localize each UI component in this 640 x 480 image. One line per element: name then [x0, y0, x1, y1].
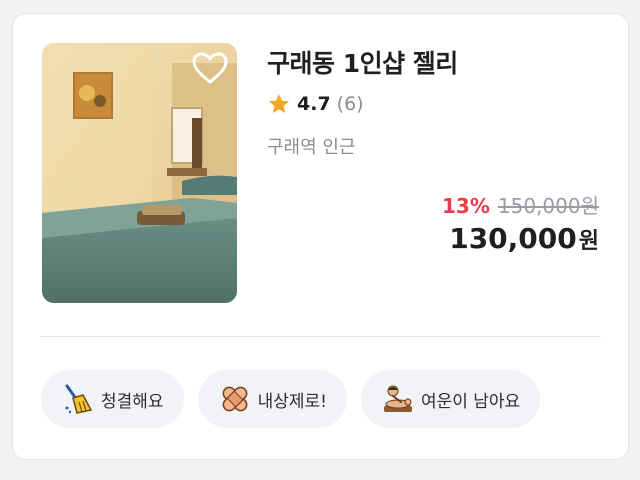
original-price: 150,000원	[497, 194, 599, 218]
tag-no-injury[interactable]: 내상제로!	[197, 370, 347, 428]
divider	[40, 336, 601, 337]
discount-row: 13% 150,000원	[442, 190, 599, 219]
tag-clean[interactable]: 청결해요	[41, 370, 184, 428]
listing-card[interactable]: 구래동 1인샵 젤리 4.7 (6) 구래역 인근 13% 150,000원 1…	[12, 13, 629, 460]
star-icon	[269, 94, 289, 113]
tag-label: 여운이 남아요	[420, 391, 521, 412]
review-count: (6)	[336, 93, 364, 115]
currency-unit: 원	[578, 229, 599, 254]
tag-lingering[interactable]: 여운이 남아요	[360, 370, 541, 428]
bandage-icon	[222, 386, 247, 412]
listing-photo[interactable]	[42, 43, 237, 303]
massage-icon	[383, 385, 412, 412]
tag-label: 내상제로!	[257, 391, 327, 412]
rating-row: 4.7 (6)	[267, 92, 364, 116]
favorite-heart-icon[interactable]	[191, 51, 229, 85]
tag-label: 청결해요	[101, 391, 164, 412]
broom-icon	[65, 384, 93, 414]
tag-list: 청결해요 내상제로! 여운이 남아요	[41, 370, 541, 428]
rating-score: 4.7	[297, 93, 331, 115]
final-price: 130,000원	[449, 222, 599, 255]
discount-rate: 13%	[442, 194, 490, 218]
location-text: 구래역 인근	[267, 137, 356, 158]
final-price-value: 130,000	[449, 222, 577, 255]
listing-title[interactable]: 구래동 1인샵 젤리	[267, 44, 458, 80]
